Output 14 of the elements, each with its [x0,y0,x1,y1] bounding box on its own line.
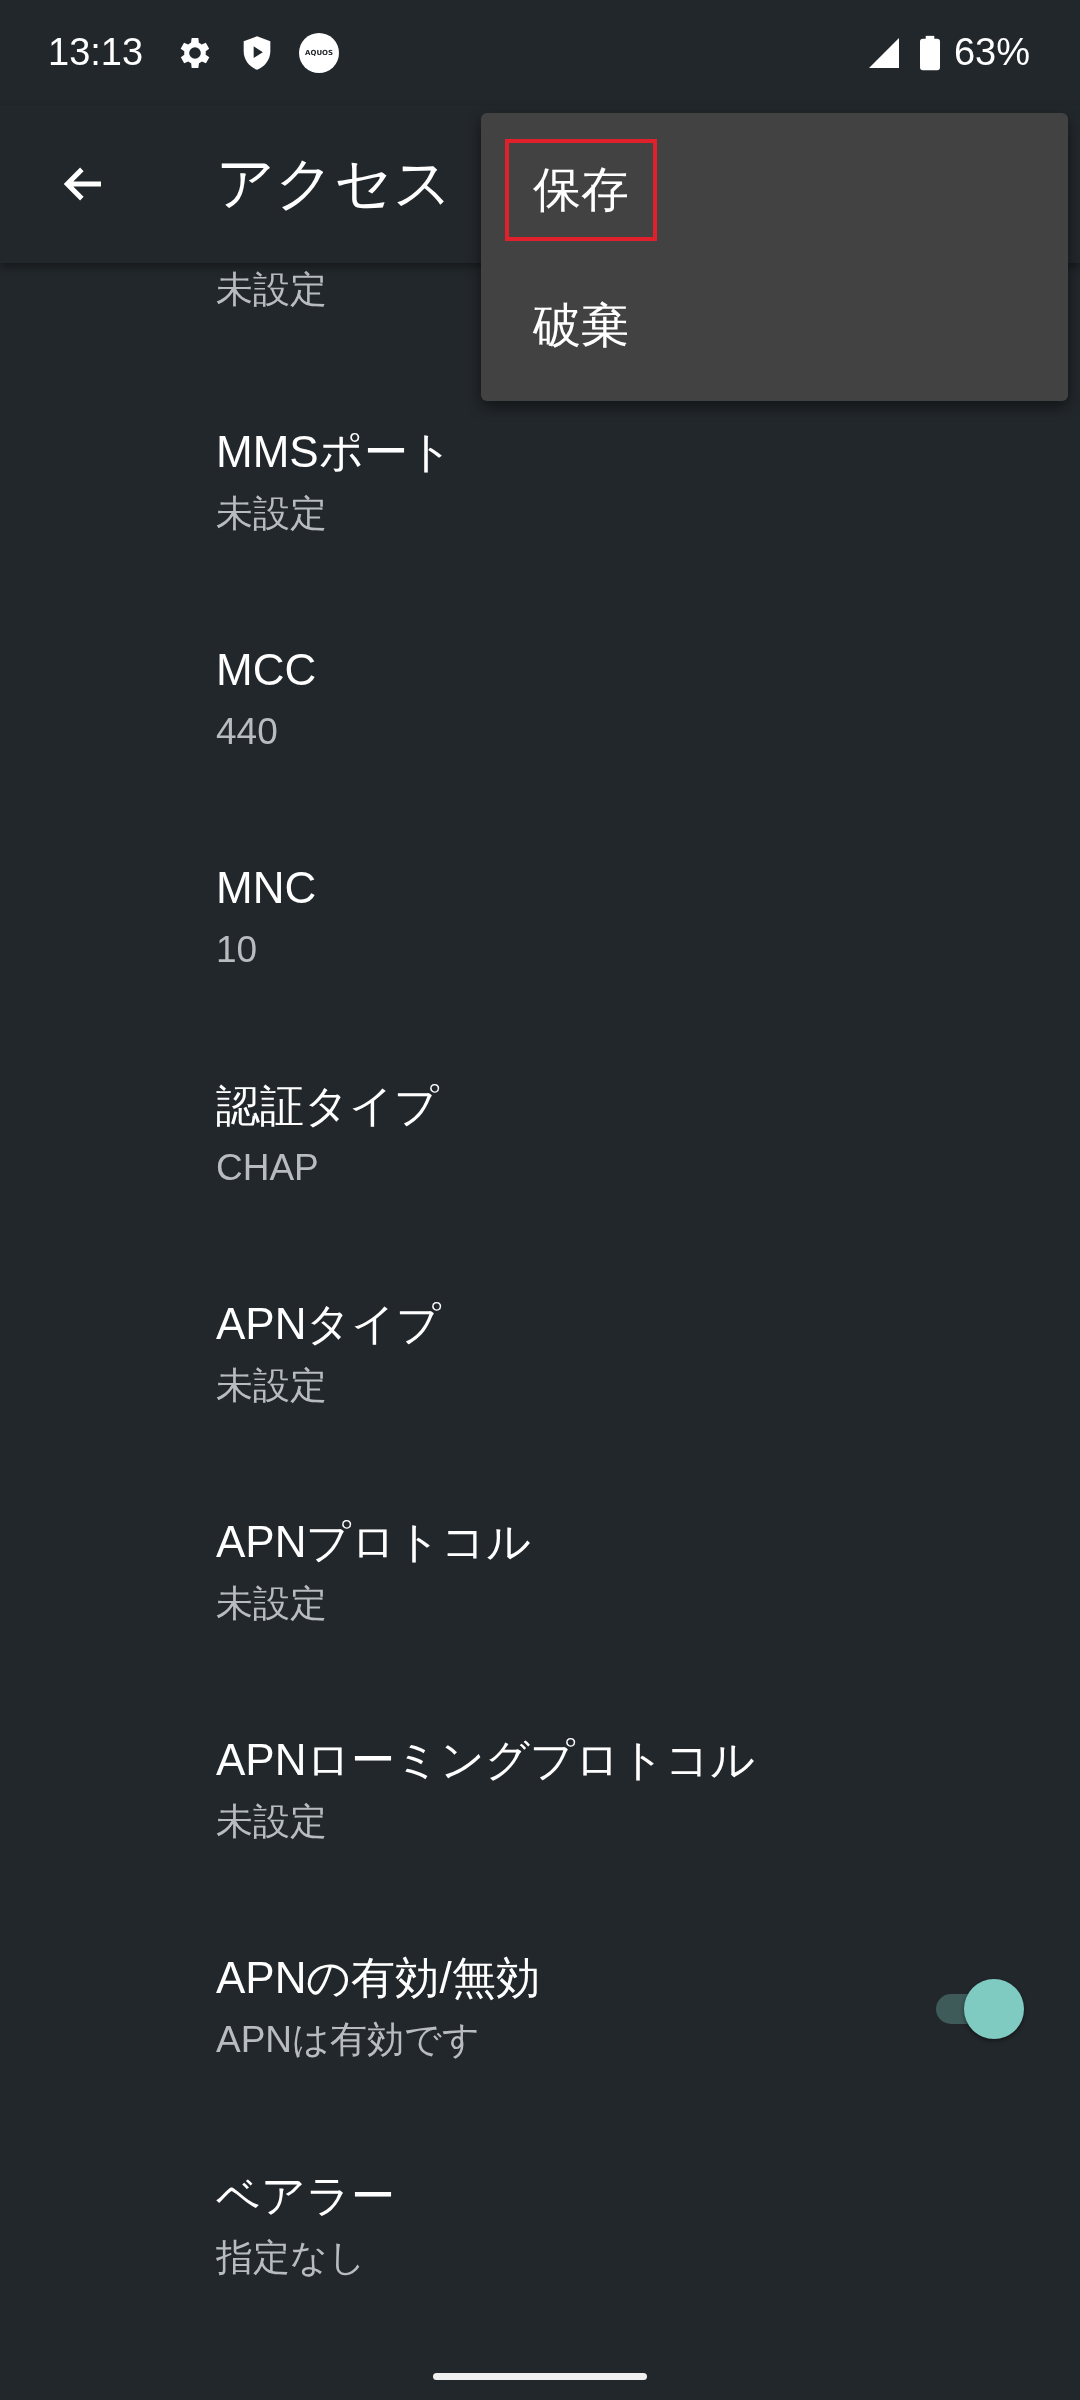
setting-item[interactable]: MNC 10 [0,810,1080,1028]
setting-item[interactable]: APNタイプ 未設定 [0,1246,1080,1464]
setting-item[interactable]: ベアラー 指定なし [0,2118,1080,2336]
menu-item[interactable]: 破棄 [505,275,657,377]
setting-item[interactable]: APNプロトコル 未設定 [0,1464,1080,1682]
screen-title: アクセス [216,148,452,219]
setting-item[interactable]: APNの有効/無効 APNは有効です [0,1900,1080,2118]
menu-item[interactable]: 保存 [505,139,657,241]
battery-percentage: 63% [953,31,1030,74]
clock: 13:13 [48,31,144,74]
battery-icon [919,34,940,71]
setting-item[interactable]: MCC 440 [0,592,1080,810]
setting-item[interactable]: 認証タイプ CHAP [0,1028,1080,1246]
setting-item[interactable]: APNローミングプロトコル 未設定 [0,1682,1080,1900]
